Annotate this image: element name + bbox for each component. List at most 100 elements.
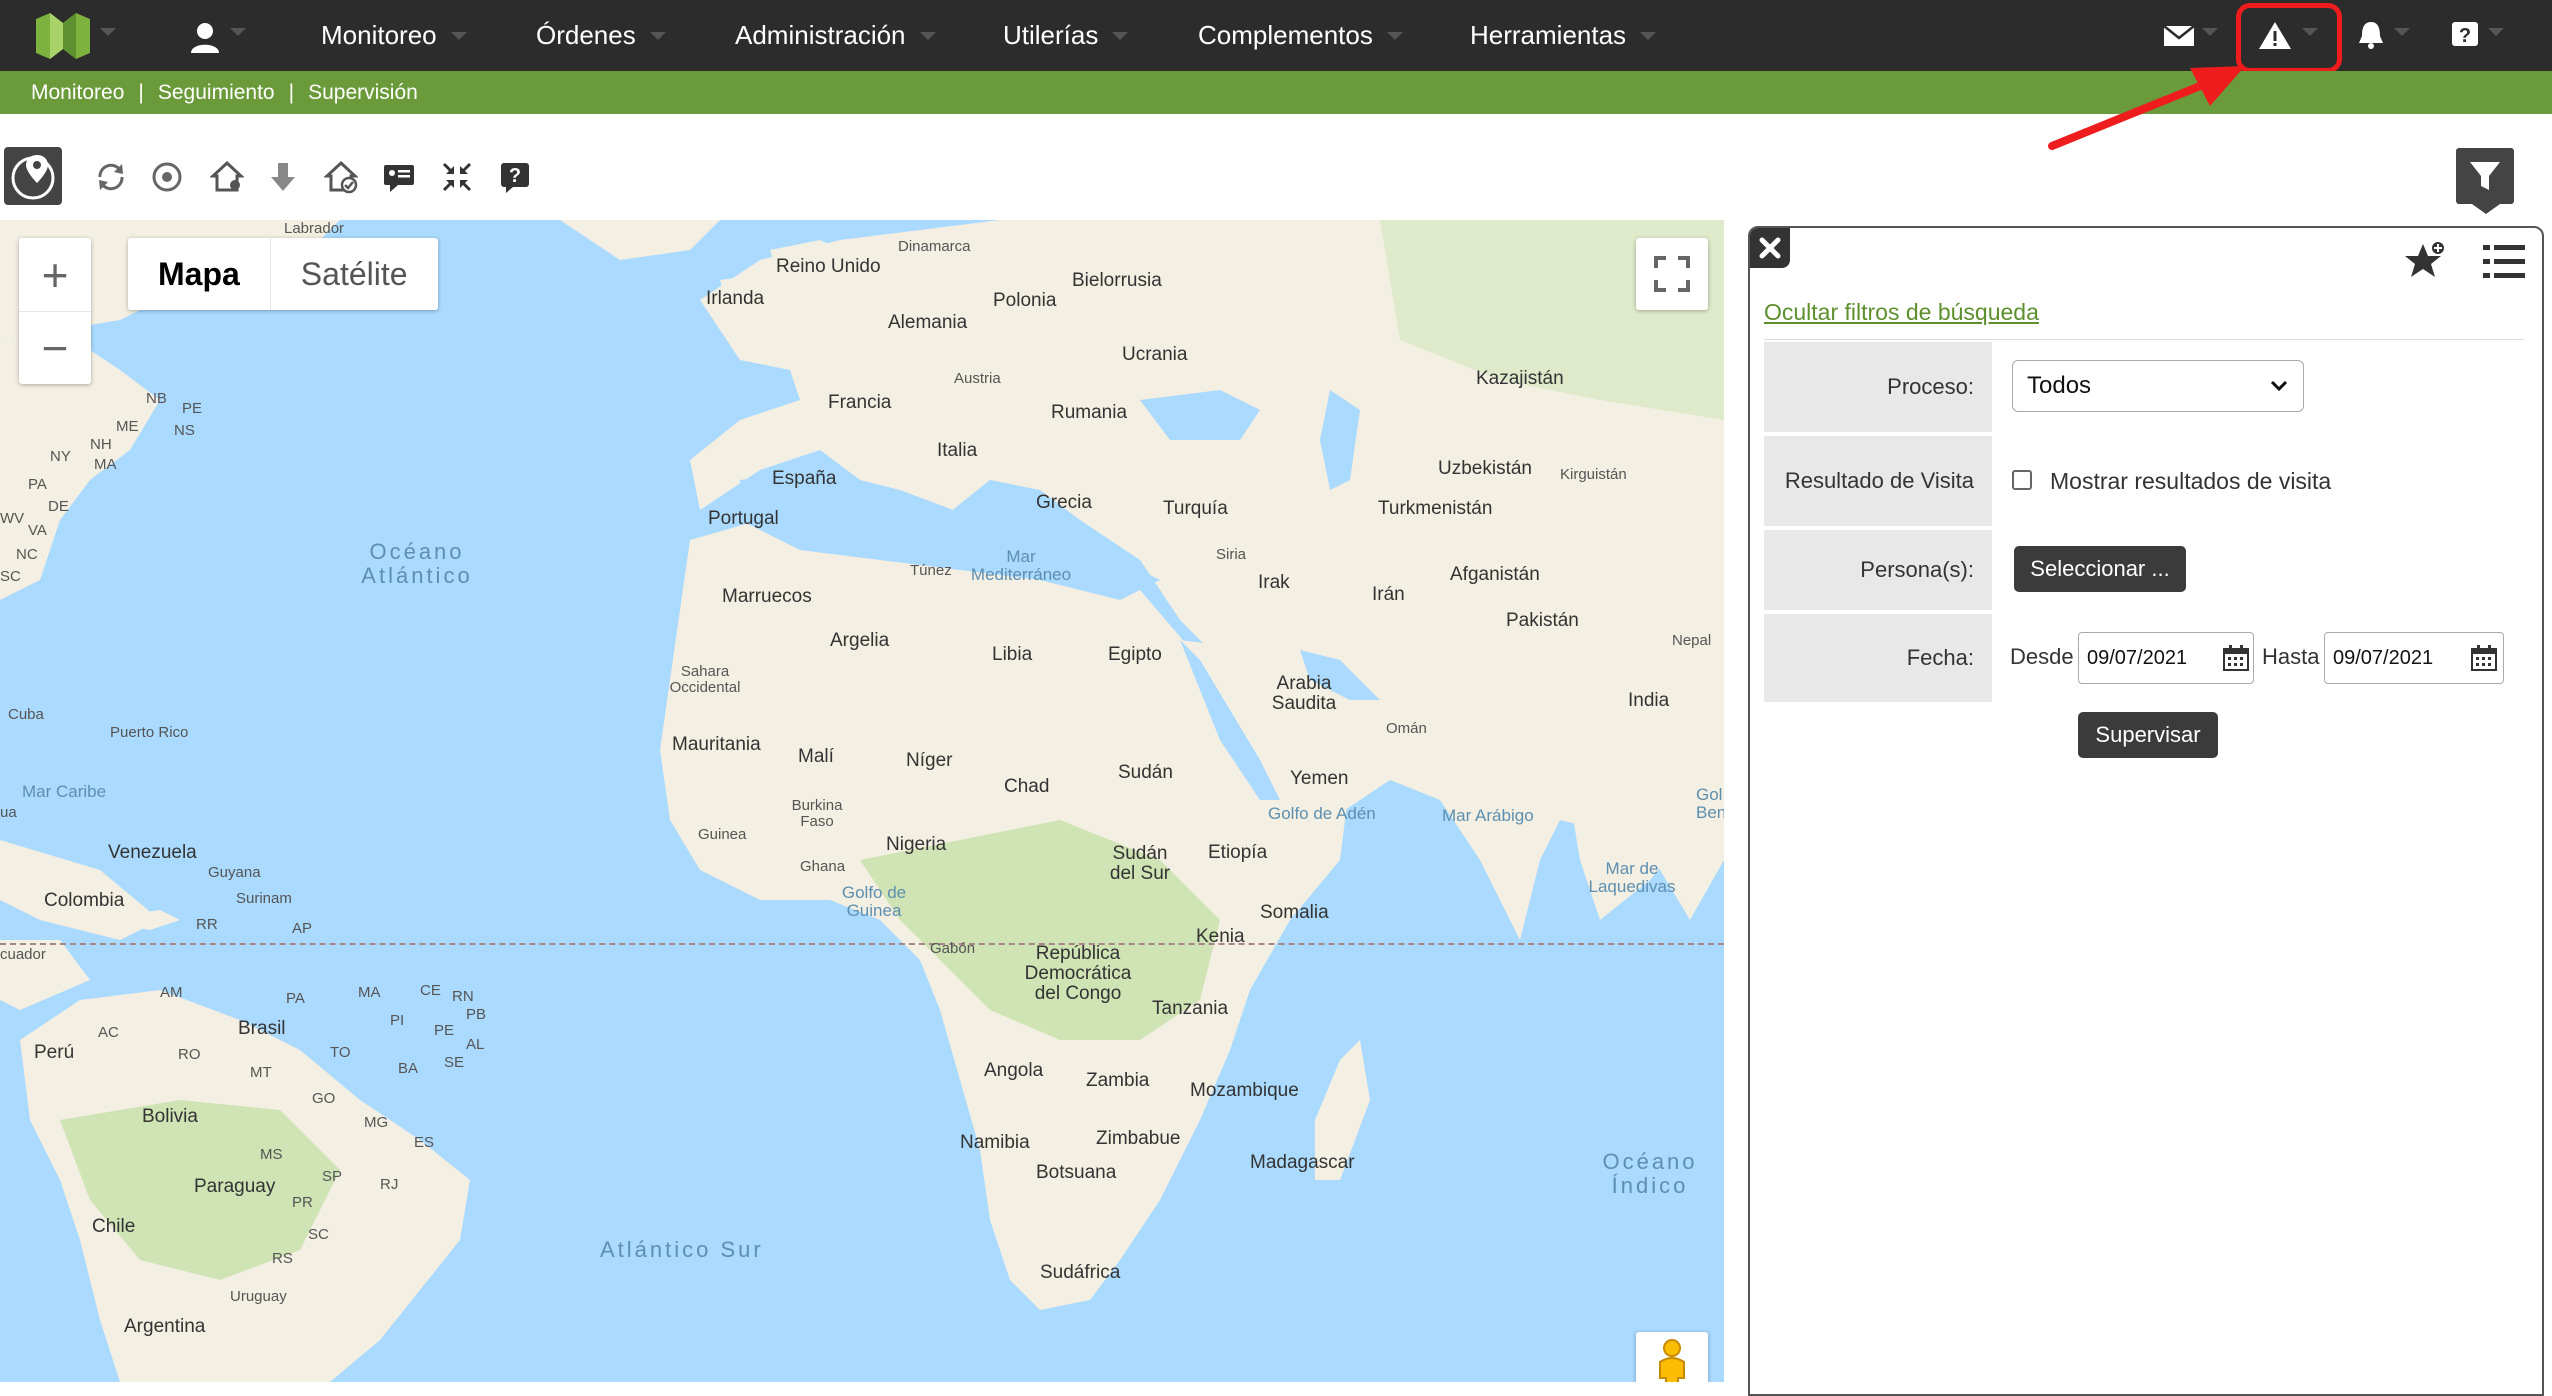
- fullscreen-icon: [1654, 256, 1690, 292]
- map-label: Mauritania: [672, 734, 761, 755]
- chevron-down-icon: [649, 31, 666, 40]
- fecha-label: Fecha:: [1764, 614, 1992, 702]
- user-dropdown-caret-icon[interactable]: [230, 28, 246, 36]
- home-location-icon[interactable]: [210, 160, 244, 194]
- map-label: India: [1628, 690, 1670, 711]
- app-logo-icon[interactable]: [36, 13, 90, 59]
- map-canvas[interactable]: Labrador Dinamarca Reino Unido Bielorrus…: [0, 220, 1724, 1382]
- map-label: PE: [434, 1022, 455, 1039]
- fullscreen-button[interactable]: [1636, 238, 1708, 310]
- map-label: DE: [48, 498, 69, 515]
- calendar-icon[interactable]: [2470, 644, 2498, 672]
- help-bubble-icon[interactable]: ?: [498, 160, 532, 194]
- map-label: PA: [286, 990, 305, 1007]
- map-label: Nigeria: [886, 834, 947, 855]
- map-label: MA: [358, 984, 381, 1001]
- map-label: NS: [174, 422, 195, 439]
- supervisar-button[interactable]: Supervisar: [2078, 712, 2218, 758]
- logo-dropdown-caret-icon[interactable]: [100, 28, 116, 36]
- map-pin-tool-button[interactable]: [4, 147, 62, 205]
- breadcrumb-supervision[interactable]: Supervisión: [308, 81, 418, 105]
- map-label: Bolivia: [142, 1106, 198, 1127]
- message-card-icon[interactable]: [382, 160, 416, 194]
- map-label: Tanzania: [1152, 998, 1229, 1019]
- help-dropdown-caret-icon[interactable]: [2488, 28, 2504, 36]
- calendar-icon[interactable]: [2222, 644, 2250, 672]
- map-label: Italia: [937, 440, 978, 461]
- refresh-icon[interactable]: [94, 160, 128, 194]
- map-label: Etiopía: [1208, 842, 1268, 863]
- map-label: Perú: [34, 1042, 75, 1063]
- chevron-down-icon: [450, 31, 467, 40]
- breadcrumb-seguimiento[interactable]: Seguimiento: [158, 81, 275, 105]
- menu-administracion[interactable]: Administración: [735, 0, 936, 71]
- map-label: cuador: [0, 946, 46, 963]
- menu-herramientas[interactable]: Herramientas: [1470, 0, 1657, 71]
- map-label: Turkmenistán: [1378, 498, 1493, 519]
- breadcrumb-monitoreo[interactable]: Monitoreo: [31, 81, 124, 105]
- favorite-star-icon[interactable]: [2404, 240, 2446, 282]
- zoom-in-button[interactable]: +: [19, 238, 91, 311]
- map-label: Mar de Laquedivas: [1588, 859, 1676, 896]
- download-arrow-icon[interactable]: [266, 160, 300, 194]
- menu-utilerias[interactable]: Utilerías: [1003, 0, 1129, 71]
- map-label: Ghana: [800, 858, 846, 875]
- chevron-down-icon: [1640, 31, 1657, 40]
- pegman-icon: [1659, 1339, 1685, 1382]
- map-label: Chile: [92, 1216, 136, 1237]
- map-label: Arabia Saudita: [1271, 673, 1337, 714]
- map-label: Guyana: [208, 864, 261, 881]
- map-label: GO: [312, 1090, 336, 1107]
- map-label: SE: [444, 1054, 465, 1071]
- map-label: Ucrania: [1122, 344, 1188, 365]
- map-label: Egipto: [1108, 644, 1162, 665]
- map-label: MA: [94, 456, 117, 473]
- desde-label: Desde: [2010, 644, 2074, 669]
- map-label: Mar Arábigo: [1442, 806, 1534, 825]
- list-menu-icon[interactable]: [2483, 243, 2525, 281]
- map-label: Austria: [954, 370, 1001, 387]
- street-view-pegman-button[interactable]: [1636, 1332, 1708, 1382]
- panel-close-button[interactable]: [1750, 228, 1790, 268]
- map-label: SC: [0, 568, 21, 585]
- map-label: ME: [116, 418, 139, 435]
- menu-monitoreo[interactable]: Monitoreo: [321, 0, 467, 71]
- mail-icon[interactable]: [2162, 20, 2196, 50]
- bell-dropdown-caret-icon[interactable]: [2394, 28, 2410, 36]
- user-icon[interactable]: [188, 20, 222, 54]
- filter-toggle-button[interactable]: [2456, 148, 2514, 204]
- map-label: Túnez: [910, 562, 952, 579]
- target-icon[interactable]: [150, 160, 184, 194]
- map-type-mapa-button[interactable]: Mapa: [128, 238, 270, 310]
- map-label: Francia: [828, 392, 892, 413]
- seleccionar-button[interactable]: Seleccionar ...: [2014, 546, 2186, 592]
- bell-icon[interactable]: [2354, 20, 2388, 50]
- map-label: Chad: [1004, 776, 1050, 797]
- map-label: Botsuana: [1036, 1162, 1117, 1183]
- map-label: Níger: [906, 750, 953, 771]
- map-label: Alemania: [888, 312, 968, 333]
- collapse-arrows-icon[interactable]: [440, 160, 474, 194]
- map-label: Polonia: [993, 290, 1057, 311]
- map-label: Marruecos: [722, 586, 812, 607]
- map-pin-icon: [11, 155, 55, 200]
- map-label: Rumania: [1051, 402, 1128, 423]
- hide-filters-link[interactable]: Ocultar filtros de búsqueda: [1764, 299, 2039, 326]
- map-label: RS: [272, 1250, 293, 1267]
- menu-ordenes[interactable]: Órdenes: [536, 0, 666, 71]
- mail-dropdown-caret-icon[interactable]: [2202, 28, 2218, 36]
- map-label: BA: [398, 1060, 419, 1077]
- mostrar-resultados-checkbox[interactable]: [2012, 470, 2032, 490]
- warning-highlight-annotation: [2236, 3, 2342, 73]
- proceso-select[interactable]: Todos: [2012, 360, 2304, 412]
- help-icon[interactable]: ?: [2448, 20, 2482, 50]
- home-check-icon[interactable]: [324, 160, 358, 194]
- map-type-satelite-button[interactable]: Satélite: [269, 238, 438, 310]
- map-label: ES: [414, 1134, 435, 1151]
- fecha-row: Fecha: Desde 09/07/2021 Hasta 09/07/2021: [1764, 614, 2524, 702]
- zoom-out-button[interactable]: −: [19, 311, 91, 384]
- map-label: RO: [178, 1046, 201, 1063]
- map-label: Kazajistán: [1476, 368, 1564, 389]
- menu-complementos[interactable]: Complementos: [1198, 0, 1403, 71]
- map-label: AC: [98, 1024, 119, 1041]
